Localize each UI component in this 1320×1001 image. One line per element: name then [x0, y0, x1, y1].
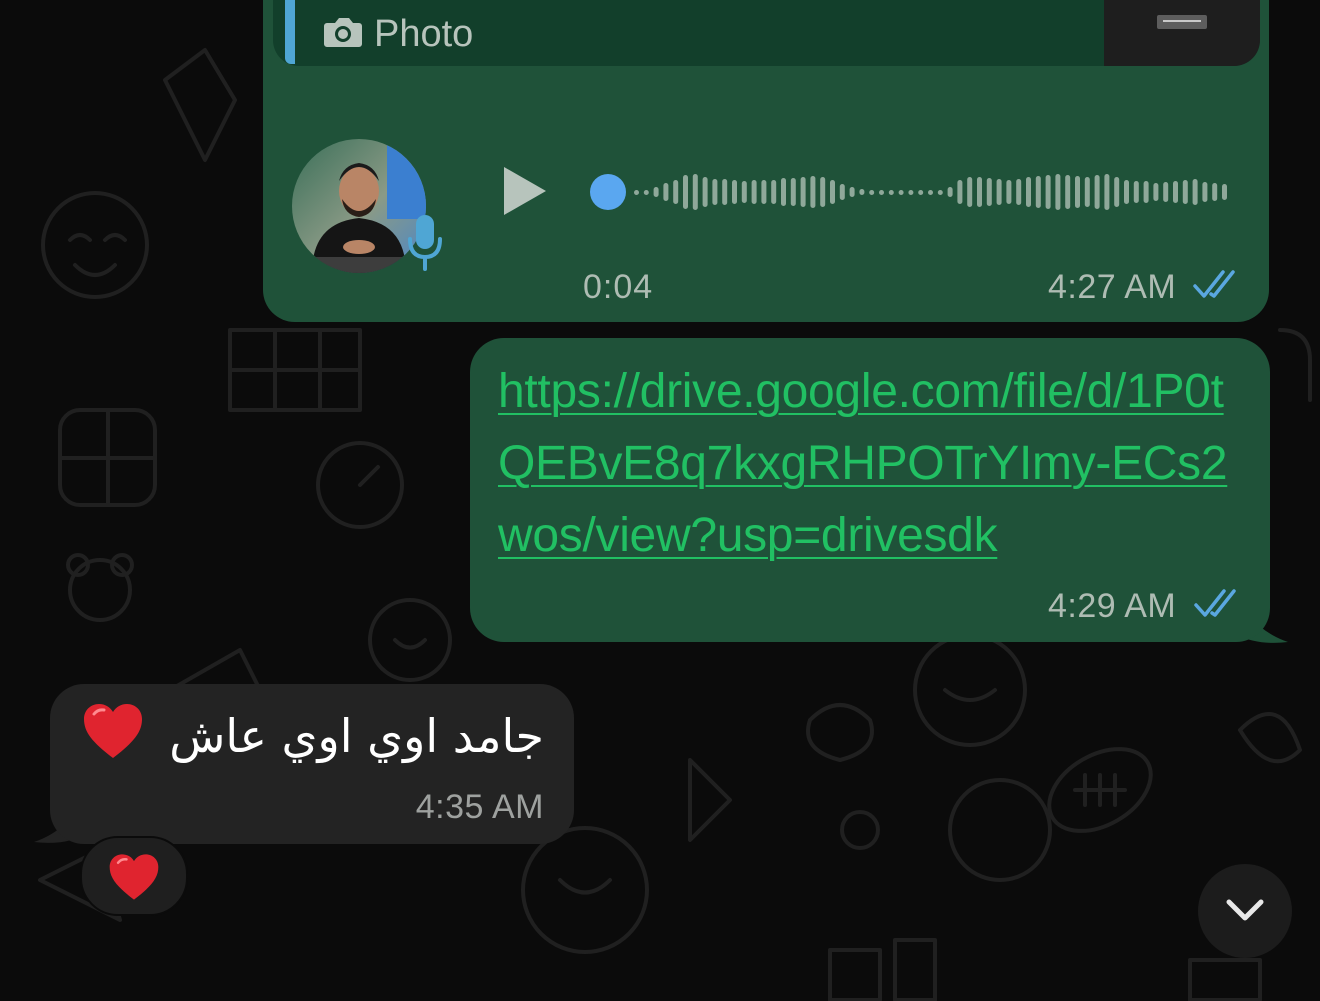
read-receipt-icon [1193, 270, 1235, 298]
message-time: 4:35 AM [415, 788, 544, 826]
link-message-bubble[interactable]: https://drive.google.com/file/d/1P0tQEBv… [470, 338, 1270, 642]
waveform-bar [928, 190, 933, 195]
chevron-down-icon [1226, 899, 1264, 921]
audio-waveform[interactable] [588, 162, 1228, 222]
waveform-bar [741, 181, 747, 203]
incoming-message-text: جامد اوي اوي عاش [169, 709, 544, 763]
message-time: 4:27 AM [1048, 268, 1177, 306]
waveform-bar [996, 179, 1002, 205]
waveform-bar [1173, 181, 1178, 203]
waveform-bar [859, 189, 865, 195]
microphone-icon [408, 215, 442, 271]
waveform-bar [722, 179, 728, 205]
read-receipt-icon [1194, 589, 1236, 617]
avatar-photo [292, 139, 426, 273]
waveform-bar [839, 184, 845, 200]
waveform-bar [643, 190, 649, 195]
waveform-bar [712, 179, 718, 205]
waveform-bar [732, 180, 737, 204]
waveform-bar [879, 190, 884, 195]
waveform-bar [1035, 176, 1041, 208]
waveform-bar [1192, 179, 1198, 205]
message-reaction[interactable] [80, 836, 188, 916]
waveform-bar [1114, 177, 1120, 207]
quoted-photo-label: Photo [374, 13, 474, 55]
waveform-bar [1124, 180, 1129, 204]
waveform-bar [1026, 177, 1031, 207]
waveform-bar [702, 177, 708, 207]
waveform-bar [1182, 180, 1188, 204]
waveform-bar [653, 187, 659, 197]
waveform-bar [1163, 182, 1169, 202]
waveform-bar [810, 176, 816, 208]
waveform-bar [947, 187, 953, 197]
waveform-bar [781, 178, 786, 206]
scroll-to-bottom-button[interactable] [1198, 864, 1292, 958]
drive-link[interactable]: https://drive.google.com/file/d/1P0tQEBv… [498, 356, 1258, 572]
waveform-bar [1055, 174, 1061, 210]
waveform-bar [1006, 180, 1012, 204]
playback-slider-knob[interactable] [590, 174, 626, 210]
waveform-bar [1153, 183, 1159, 201]
quoted-photo-reply[interactable]: Photo [273, 0, 1260, 66]
message-time: 4:29 AM [1048, 587, 1177, 625]
quote-accent-bar [285, 0, 295, 64]
voice-message-bubble[interactable]: Photo 0:04 4:27 AM [263, 0, 1269, 322]
waveform-bar [1065, 175, 1071, 209]
waveform-bar [1045, 175, 1051, 209]
waveform-bar [634, 190, 639, 195]
waveform-bar [1202, 182, 1208, 202]
waveform-bar [761, 180, 767, 204]
waveform-bar [1094, 175, 1100, 209]
incoming-message-bubble[interactable]: جامد اوي اوي عاش 4:35 AM [50, 684, 574, 844]
waveform-bar [849, 187, 855, 197]
thumbnail-content [1157, 15, 1207, 29]
waveform-bar [820, 177, 826, 207]
camera-icon [324, 18, 362, 47]
waveform-bar [869, 190, 875, 195]
waveform-bar [771, 180, 777, 204]
waveform-bar [751, 180, 757, 204]
waveform-bar [898, 190, 904, 195]
waveform-bar [1075, 176, 1080, 208]
waveform-bar [1104, 174, 1110, 210]
waveform-bar [1143, 181, 1149, 203]
waveform-bar [967, 177, 973, 207]
waveform-bar [790, 178, 796, 206]
waveform-bar [663, 183, 669, 201]
waveform-bar [957, 180, 963, 204]
waveform-bar [1222, 184, 1227, 200]
waveform-bar [888, 190, 894, 195]
play-icon[interactable] [500, 165, 548, 217]
waveform-bar [977, 177, 982, 207]
quoted-photo-thumbnail[interactable] [1104, 0, 1260, 66]
contact-avatar[interactable] [292, 139, 426, 273]
waveform-bar [937, 190, 943, 195]
waveform-bar [692, 174, 698, 210]
red-heart-icon [109, 854, 159, 900]
waveform-bar [1133, 181, 1139, 203]
waveform-bar [800, 177, 806, 207]
voice-duration: 0:04 [583, 268, 654, 306]
waveform-bar [918, 190, 924, 195]
red-heart-emoji [84, 704, 142, 758]
waveform-bar [1084, 177, 1090, 207]
waveform-bar [908, 190, 914, 195]
waveform-bar [683, 175, 688, 209]
waveform-bar [830, 180, 835, 204]
waveform-bar [1212, 183, 1218, 201]
waveform-bar [986, 178, 992, 206]
waveform-bar [1016, 179, 1022, 205]
waveform-bar [673, 180, 679, 204]
